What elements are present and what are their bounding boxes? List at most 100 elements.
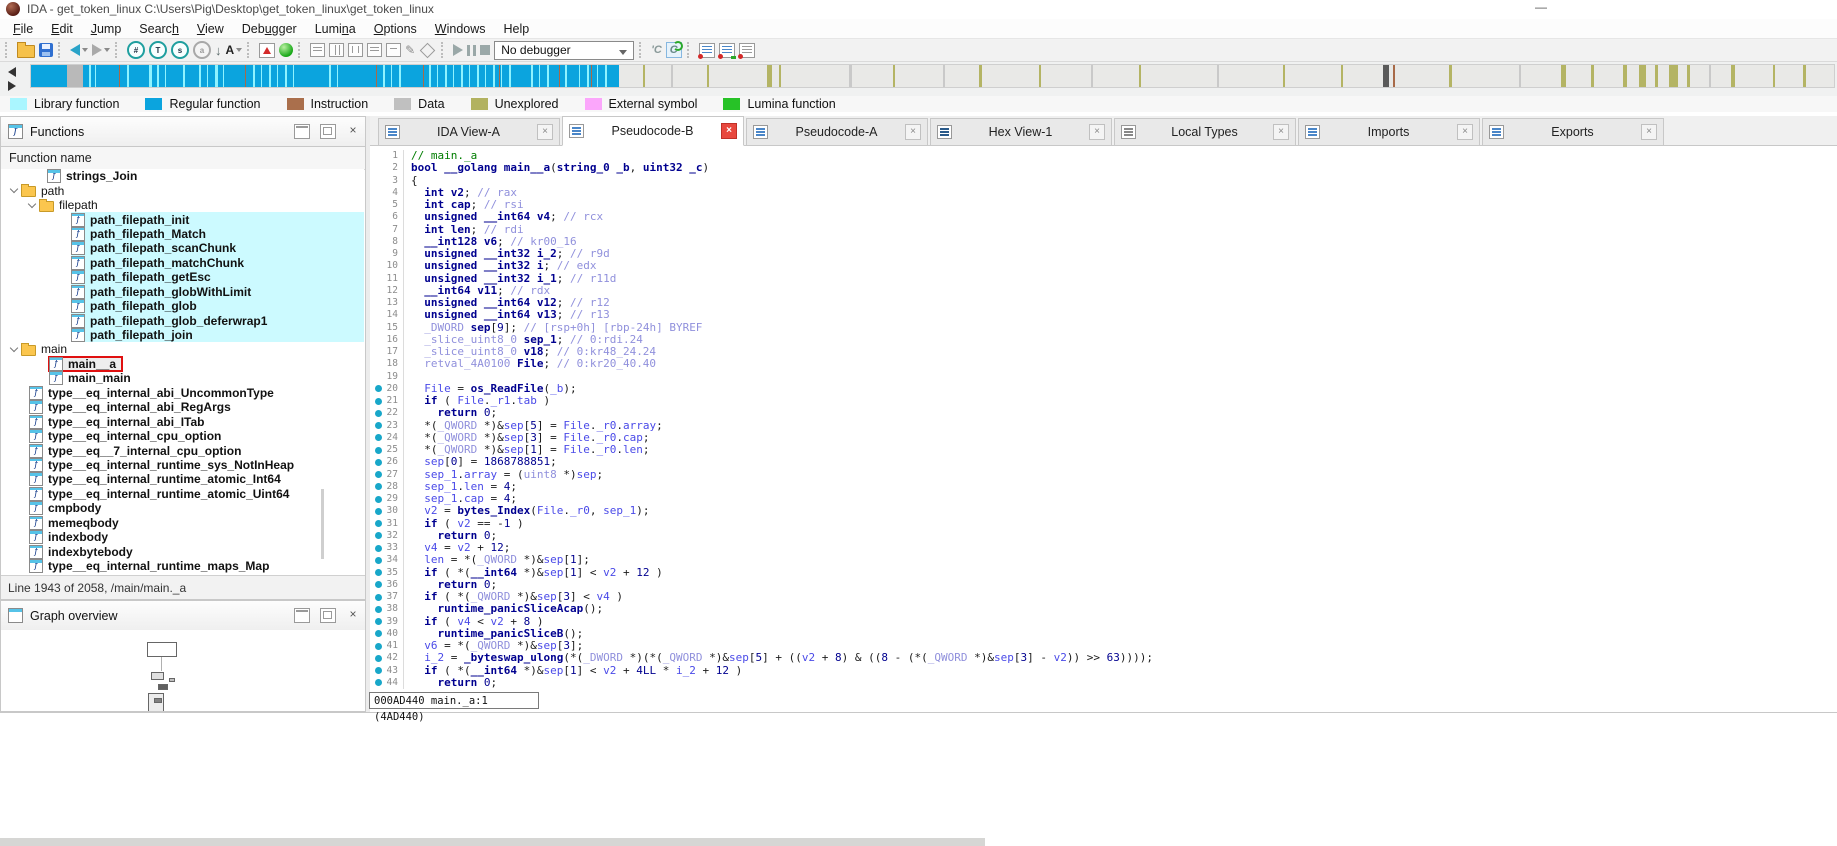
navigate-forward-button[interactable] (92, 40, 110, 60)
debugger-select[interactable]: No debugger (494, 40, 635, 60)
tab-pseudocode-a[interactable]: Pseudocode-A × (746, 118, 928, 145)
braces-view-button[interactable] (348, 40, 364, 60)
menu-lumina[interactable]: Lumina (306, 21, 365, 37)
chevron-down-icon[interactable] (27, 199, 37, 208)
function-item[interactable]: f type__eq_internal_cpu_option (1, 429, 364, 444)
function-item[interactable]: f indexbody (1, 530, 364, 545)
code-line[interactable]: 28 sep_1.len = 4; (370, 480, 1837, 493)
tab-pseudocode-b[interactable]: Pseudocode-B × (562, 116, 744, 146)
tab-close-icon[interactable]: × (1089, 124, 1105, 140)
function-item[interactable]: f memeqbody (1, 515, 364, 530)
tree-scrollbar-thumb[interactable] (321, 489, 324, 559)
copy-data-button[interactable] (310, 40, 326, 60)
function-item[interactable]: f path_filepath_getEsc (1, 270, 364, 285)
code-line[interactable]: 40 runtime_panicSliceB(); (370, 627, 1837, 640)
breakpoint-dot[interactable] (375, 520, 382, 527)
lumina-button[interactable] (279, 40, 294, 60)
code-line[interactable]: 35 if ( *(__int64 *)&sep[1] < v2 + 12 ) (370, 566, 1837, 579)
diamond-button[interactable] (419, 40, 436, 60)
breakpoint-dot[interactable] (375, 507, 382, 515)
code-line[interactable]: 33 v4 = v2 + 12; (370, 541, 1837, 555)
code-line[interactable]: 4 int v2; // rax (370, 186, 1837, 199)
debugger-select[interactable]: No debugger (494, 40, 635, 60)
function-item[interactable]: f path_filepath_matchChunk (1, 255, 364, 271)
menu-options[interactable]: Options (365, 21, 426, 37)
minimize-button[interactable]: — (1528, 0, 1554, 17)
code-line[interactable]: 27 sep_1.array = (uint8 *)sep; (370, 468, 1837, 481)
panel-float-icon[interactable] (320, 124, 336, 139)
function-item[interactable]: f type__eq__7_internal_cpu_option (1, 443, 364, 458)
function-item[interactable]: f path_filepath_join (1, 327, 364, 343)
panel-float-icon[interactable] (320, 608, 336, 623)
code-line[interactable]: 30 v2 = bytes_Index(File._r0, sep_1); (370, 504, 1837, 518)
new-window-button[interactable] (386, 40, 402, 60)
menu-file[interactable]: File (4, 21, 42, 37)
panel-close-icon[interactable]: × (346, 124, 360, 137)
function-item[interactable]: f path_filepath_glob_deferwrap1 (1, 313, 364, 328)
code-line[interactable]: 6 unsigned __int64 v4; // rcx (370, 210, 1837, 224)
breakpoint-dot[interactable] (375, 483, 382, 491)
tab-close-icon[interactable]: × (721, 123, 737, 139)
tab-hex-view-1[interactable]: Hex View-1 × (930, 118, 1112, 145)
code-line[interactable]: 18 retval_4A0100 File; // 0:kr20_40.40 (370, 357, 1837, 371)
tab-close-icon[interactable]: × (1641, 124, 1657, 140)
columns-view-button[interactable] (329, 40, 345, 60)
tab-close-icon[interactable]: × (905, 124, 921, 140)
function-item[interactable]: f type__eq_internal_abi_UncommonType (1, 385, 364, 400)
breakpoint-dot[interactable] (375, 471, 382, 478)
watch-list-button[interactable] (717, 40, 736, 60)
breakpoint-dot[interactable] (375, 630, 382, 638)
panel-close-icon[interactable]: × (346, 608, 360, 621)
tab-exports[interactable]: Exports × (1482, 118, 1664, 145)
code-line[interactable]: 7 int len; // rdi (370, 223, 1837, 236)
breakpoint-dot[interactable] (375, 544, 382, 552)
breakpoint-dot[interactable] (375, 667, 382, 674)
tab-close-icon[interactable]: × (1273, 124, 1289, 140)
menu-search[interactable]: Search (130, 21, 188, 37)
jump-to-function-button[interactable]: # (127, 40, 145, 60)
menu-help[interactable]: Help (495, 21, 539, 37)
function-item[interactable]: f type__eq_internal_runtime_maps_Map (1, 559, 364, 574)
tab-close-icon[interactable]: × (537, 124, 553, 140)
menu-debugger[interactable]: Debugger (233, 21, 306, 37)
jump-to-name-button[interactable]: T (149, 40, 167, 60)
jump-to-address-button[interactable]: ↓ (215, 40, 222, 60)
function-item[interactable]: f cmpbody (1, 501, 364, 516)
function-item[interactable]: f path_filepath_glob (1, 298, 364, 314)
breakpoint-dot[interactable] (375, 654, 382, 662)
breakpoint-dot[interactable] (375, 679, 382, 687)
chevron-down-icon[interactable] (9, 343, 19, 353)
nav-scroll-right-button[interactable] (8, 81, 16, 91)
debugger-run-button[interactable] (453, 40, 464, 60)
edit-button[interactable]: ✎ (405, 40, 415, 60)
quick-pseudocode-button[interactable]: 'C (651, 40, 662, 60)
function-item[interactable]: f type__eq_internal_abi_ITab (1, 414, 364, 429)
tab-ida-view-a[interactable]: IDA View-A × (378, 118, 560, 145)
trace-list-button[interactable] (737, 40, 755, 60)
breakpoint-dot[interactable] (375, 422, 382, 429)
code-line[interactable]: 32 return 0; (370, 529, 1837, 542)
breakpoint-list-button[interactable] (697, 40, 715, 60)
breakpoint-dot[interactable] (375, 642, 382, 650)
menu-windows[interactable]: Windows (426, 21, 495, 37)
breakpoint-dot[interactable] (375, 581, 382, 589)
chevron-down-icon[interactable] (9, 184, 19, 194)
tab-imports[interactable]: Imports × (1298, 118, 1480, 145)
folder-item[interactable]: path (1, 183, 364, 198)
function-item[interactable]: f path_filepath_Match (1, 226, 364, 242)
code-line[interactable]: 11 unsigned __int32 i_1; // r11d (370, 272, 1837, 285)
function-item[interactable]: f indexbytebody (1, 544, 364, 559)
folder-item[interactable]: main (1, 342, 364, 356)
function-item[interactable]: f type__eq_internal_abi_RegArgs (1, 400, 364, 415)
code-line[interactable]: 3{ (370, 174, 1837, 187)
flow-chart-button[interactable] (259, 40, 276, 60)
open-file-button[interactable] (17, 40, 35, 60)
jump-disabled-button[interactable]: a (193, 40, 211, 60)
breakpoint-dot[interactable] (375, 532, 382, 540)
breakpoint-dot[interactable] (375, 446, 382, 454)
pseudocode-view[interactable]: 1// main._a 2 bool __golang main__a(string… (370, 146, 1837, 712)
tab-local-types[interactable]: Local Types × (1114, 118, 1296, 145)
breakpoint-dot[interactable] (375, 458, 382, 466)
breakpoint-dot[interactable] (375, 618, 382, 625)
code-line[interactable]: 39 if ( v4 < v2 + 8 ) (370, 615, 1837, 628)
